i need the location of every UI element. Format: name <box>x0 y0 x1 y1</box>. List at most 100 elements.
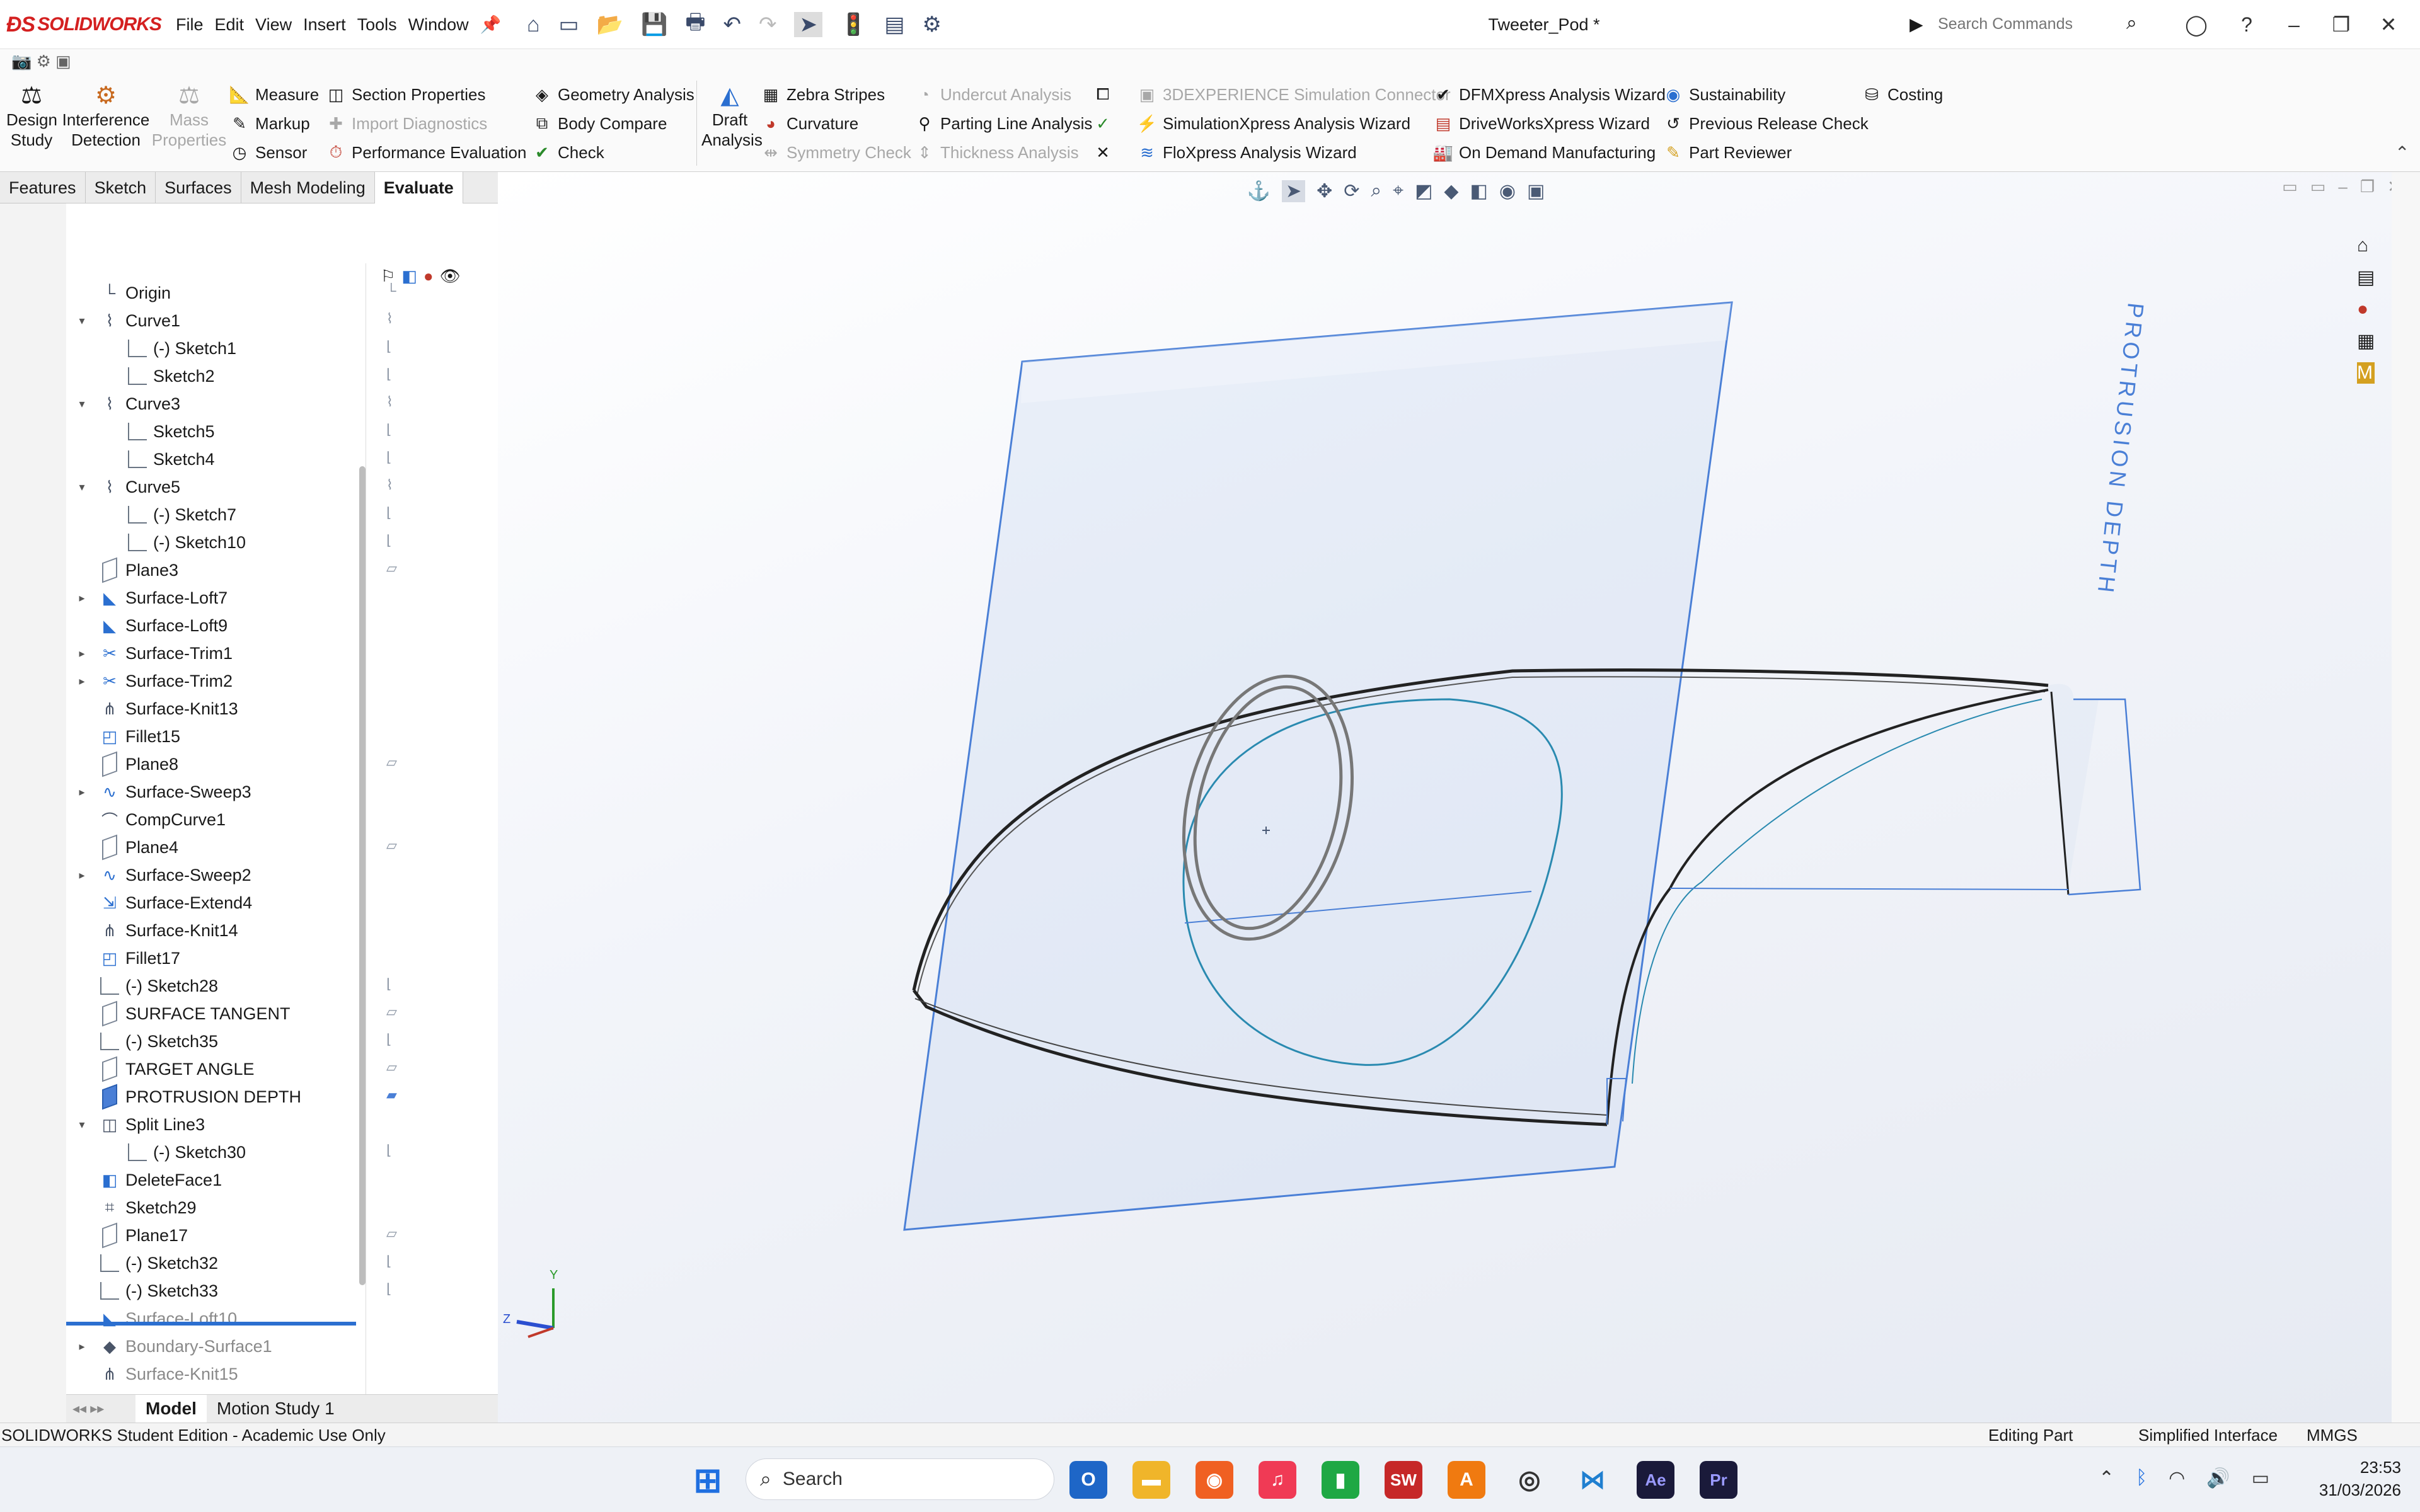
tree-item[interactable]: Sketch4 <box>66 445 362 473</box>
thickness-analysis-button[interactable]: ⇕ Thickness Analysis <box>915 139 1079 166</box>
tab-surfaces[interactable]: Surfaces <box>156 172 241 203</box>
tree-item[interactable]: ▸ ◆ Boundary-Surface1 <box>66 1332 362 1360</box>
tree-item[interactable]: Plane17 <box>66 1222 362 1249</box>
tree-item[interactable]: (-) Sketch1 <box>66 335 362 362</box>
parting-line-analysis-button[interactable]: ⚲ Parting Line Analysis <box>915 110 1092 137</box>
tree-item[interactable]: ▸ ✂ Surface-Trim1 <box>66 639 362 667</box>
tree-item[interactable]: (-) Sketch7 <box>66 501 362 529</box>
visibility-eye-icon[interactable]: 👁 <box>440 266 461 286</box>
expand-arrow-icon[interactable]: ▸ <box>76 786 88 799</box>
redo-icon[interactable]: ↷ <box>759 12 777 37</box>
tree-visibility-toggle[interactable]: ⌊ <box>386 976 392 992</box>
tree-visibility-toggle[interactable]: ▱ <box>386 1004 397 1020</box>
tree-item[interactable]: ▾ ⌇ Curve3 <box>66 390 362 418</box>
tree-item[interactable]: PROTRUSION DEPTH <box>66 1083 362 1111</box>
tab-model[interactable]: Model <box>135 1394 207 1423</box>
tree-item[interactable]: ▸ ∿ Surface-Sweep3 <box>66 778 362 806</box>
tree-visibility-toggle[interactable]: ⌇ <box>386 394 393 410</box>
tree-item[interactable]: ⋔ Surface-Knit13 <box>66 695 362 723</box>
file-properties-icon[interactable]: ▤ <box>884 12 904 37</box>
expand-arrow-icon[interactable]: ▸ <box>76 1340 88 1353</box>
assistant-icon[interactable]: ◎ <box>1511 1461 1548 1499</box>
driveworksxpress-button[interactable]: ▤ DriveWorksXpress Wizard <box>1434 110 1650 137</box>
section-properties-button[interactable]: ◫ Section Properties <box>326 81 486 108</box>
chevron-up-icon[interactable]: ⌃ <box>2099 1467 2114 1489</box>
appearance-icon[interactable]: ● <box>424 266 434 286</box>
simulation-connector-button[interactable]: ▣ 3DEXPERIENCE Simulation Connector <box>1138 81 1451 108</box>
solidworks-taskbar-icon[interactable]: SW <box>1385 1461 1422 1499</box>
draft-analysis-button[interactable]: ◭ Draft Analysis <box>698 82 763 150</box>
expand-arrow-icon[interactable]: ▸ <box>76 869 88 882</box>
performance-evaluation-button[interactable]: ⏱ Performance Evaluation <box>326 139 527 166</box>
status-interface[interactable]: Simplified Interface <box>2138 1426 2278 1445</box>
previous-release-check-button[interactable]: ↺ Previous Release Check <box>1664 110 1869 137</box>
tree-item[interactable]: ⇲ Surface-Extend4 <box>66 889 362 917</box>
tree-visibility-toggle[interactable]: ⌇ <box>386 477 393 493</box>
tab-sketch[interactable]: Sketch <box>86 172 156 203</box>
select-icon[interactable]: ➤ <box>794 12 822 37</box>
collapse-arrow-icon[interactable]: ▾ <box>76 314 88 328</box>
costing-button[interactable]: ⛁ Costing <box>1862 81 1943 108</box>
tree-item[interactable]: (-) Sketch33 <box>66 1277 362 1305</box>
tree-item[interactable]: ⋔ Surface-Knit15 <box>66 1360 362 1388</box>
tree-visibility-toggle[interactable]: ⌊ <box>386 1142 392 1159</box>
import-diagnostics-button[interactable]: ✚ Import Diagnostics <box>326 110 487 137</box>
tab-motion-study[interactable]: Motion Study 1 <box>207 1399 345 1419</box>
tree-item[interactable]: Sketch2 <box>66 362 362 390</box>
menu-tools[interactable]: Tools <box>352 15 403 35</box>
status-units[interactable]: MMGS <box>2307 1426 2358 1445</box>
tree-visibility-toggle[interactable]: ⌊ <box>386 421 392 438</box>
tree-item[interactable]: Sketch5 <box>66 418 362 445</box>
simulationxpress-button[interactable]: ⚡ SimulationXpress Analysis Wizard <box>1137 110 1410 137</box>
tree-visibility-toggle[interactable]: ▱ <box>386 837 397 854</box>
symmetry-check-button[interactable]: ⇹ Symmetry Check <box>761 139 911 166</box>
tree-item[interactable]: Plane3 <box>66 556 362 584</box>
tree-item[interactable]: (-) Sketch30 <box>66 1138 362 1166</box>
collapse-ribbon-icon[interactable]: ⌃ <box>2395 142 2409 163</box>
dfmxpress-button[interactable]: ✔ DFMXpress Analysis Wizard <box>1434 81 1666 108</box>
expand-arrow-icon[interactable]: ▸ <box>76 592 88 605</box>
measure-button[interactable]: 📐 Measure <box>229 81 319 108</box>
save-icon[interactable]: 💾 <box>641 12 667 37</box>
mass-properties-button[interactable]: ⚖ Mass Properties <box>152 82 227 150</box>
tree-item[interactable]: Plane4 <box>66 833 362 861</box>
tree-visibility-toggle[interactable]: ⌊ <box>386 449 392 466</box>
taskbar-search[interactable]: ⌕ Search <box>746 1458 1054 1500</box>
new-document-icon[interactable]: ▭ <box>559 12 579 37</box>
tree-item[interactable]: ◧ DeleteFace1 <box>66 1166 362 1194</box>
user-icon[interactable]: ◯ <box>2177 6 2215 43</box>
tree-item[interactable]: TARGET ANGLE <box>66 1055 362 1083</box>
tree-item[interactable]: (-) Sketch28 <box>66 972 362 1000</box>
tree-visibility-toggle[interactable]: ⌊ <box>386 366 392 382</box>
check-sketch-button[interactable]: ✓ <box>1093 110 1119 137</box>
pin-icon[interactable]: 📌 <box>475 14 507 35</box>
tree-item[interactable]: ◰ Fillet17 <box>66 944 362 972</box>
traffic-light-icon[interactable]: 🚦 <box>840 12 867 37</box>
menu-file[interactable]: File <box>170 15 209 35</box>
windows-start-icon[interactable]: ⊞ <box>689 1461 727 1499</box>
graphics-viewport[interactable]: ⚓ ➤ ✥ ⟳ ⌕ ⌖ ◩ ◆ ◧ ◉ ▣ ▭▭–❐✕ ⌂ ▤ ● ▦ M <box>498 172 2414 1423</box>
design-study-button[interactable]: ⚖ Design Study <box>5 82 58 150</box>
tree-item[interactable]: ⌒ CompCurve1 <box>66 806 362 833</box>
sustainability-button[interactable]: ◉ Sustainability <box>1664 81 1786 108</box>
print-icon[interactable]: 🖶 <box>685 7 705 43</box>
help-icon[interactable]: ? <box>2228 6 2266 43</box>
tree-visibility-toggle[interactable]: ▰ <box>386 1087 397 1103</box>
on-demand-manufacturing-button[interactable]: 🏭 On Demand Manufacturing <box>1433 139 1656 166</box>
tree-item[interactable]: ▾ ⌇ Curve5 <box>66 473 362 501</box>
restore-icon[interactable]: ❐ <box>2322 6 2360 43</box>
tab-mesh-modeling[interactable]: Mesh Modeling <box>241 172 375 203</box>
tree-visibility-toggle[interactable]: ▱ <box>386 1059 397 1075</box>
tree-visibility-toggle[interactable]: ⌇ <box>386 311 393 327</box>
body-compare-button[interactable]: ⧉ Body Compare <box>533 110 667 137</box>
part-reviewer-button[interactable]: ✎ Part Reviewer <box>1664 139 1792 166</box>
tree-visibility-toggle[interactable]: ⌊ <box>386 505 392 521</box>
tree-visibility-toggle[interactable]: ▱ <box>386 560 397 576</box>
collapse-arrow-icon[interactable]: ▾ <box>76 398 88 411</box>
interference-detection-button[interactable]: ⚙ Interference Detection <box>62 82 150 150</box>
undercut-analysis-button[interactable]: ◔ Undercut Analysis <box>915 81 1071 108</box>
deviation-analysis-button[interactable]: ✕ <box>1093 139 1119 166</box>
tree-visibility-toggle[interactable]: ⌊ <box>386 1281 392 1297</box>
minimize-icon[interactable]: – <box>2275 6 2313 43</box>
tree-item[interactable]: ▸ ◣ Surface-Loft7 <box>66 584 362 612</box>
